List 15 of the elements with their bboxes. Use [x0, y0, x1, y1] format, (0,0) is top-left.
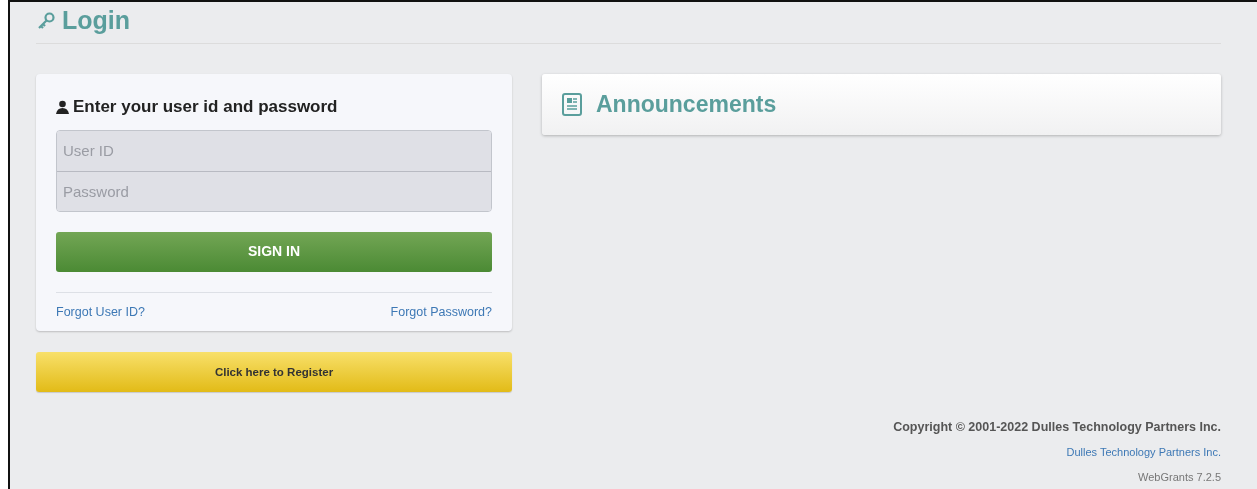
sign-in-button[interactable]: SIGN IN [56, 231, 492, 272]
company-link[interactable]: Dulles Technology Partners Inc. [1066, 446, 1221, 458]
input-field[interactable]: Password [57, 170, 491, 211]
register-button[interactable]: Click here to Register [36, 352, 512, 393]
document-icon [562, 93, 582, 116]
version-text: WebGrants 7.2.5 [1138, 471, 1221, 483]
forgot-link[interactable]: Forgot User ID? [56, 302, 145, 322]
login-heading: Enter your user id and password [73, 96, 338, 118]
input-field[interactable]: User ID [57, 130, 491, 171]
key-icon [36, 10, 56, 31]
announcements-title: Announcements [596, 90, 777, 120]
copyright-text: Copyright © 2001-2022 Dulles Technology Partners Inc. [893, 420, 1221, 434]
page-title: Login [62, 8, 131, 33]
forgot-link[interactable]: Forgot Password? [390, 302, 492, 322]
user-icon [56, 99, 69, 114]
